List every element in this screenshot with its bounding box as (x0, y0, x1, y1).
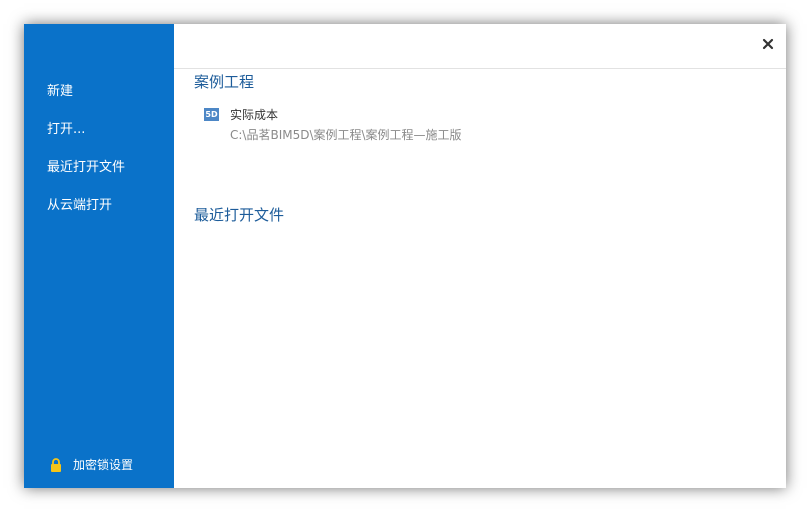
lock-settings-label: 加密锁设置 (73, 458, 134, 472)
recent-files-title: 最近打开文件 (194, 206, 285, 224)
lock-icon (50, 457, 62, 472)
close-icon[interactable] (760, 36, 776, 52)
sidebar-item-cloud-open[interactable]: 从云端打开 (47, 194, 112, 213)
project-name: 实际成本 (230, 108, 279, 122)
lock-settings-button[interactable]: 加密锁设置 (50, 456, 133, 473)
screen: 新建 打开... 最近打开文件 从云端打开 加密锁设置 案例工程 5D 实际成本… (0, 0, 810, 512)
5d-badge-icon: 5D (204, 108, 219, 121)
sidebar-item-new[interactable]: 新建 (47, 80, 73, 99)
sidebar: 新建 打开... 最近打开文件 从云端打开 加密锁设置 (24, 24, 174, 488)
sample-projects-title: 案例工程 (194, 73, 255, 91)
start-dialog: 新建 打开... 最近打开文件 从云端打开 加密锁设置 案例工程 5D 实际成本… (24, 24, 786, 488)
title-bar (174, 24, 786, 69)
sidebar-item-recent[interactable]: 最近打开文件 (47, 156, 125, 175)
main-panel: 案例工程 5D 实际成本 C:\品茗BIM5D\案例工程\案例工程—施工版 最近… (174, 24, 786, 488)
sample-project-item[interactable]: 5D 实际成本 C:\品茗BIM5D\案例工程\案例工程—施工版 (204, 106, 504, 142)
project-path: C:\品茗BIM5D\案例工程\案例工程—施工版 (230, 128, 462, 142)
sidebar-item-open[interactable]: 打开... (47, 118, 85, 137)
